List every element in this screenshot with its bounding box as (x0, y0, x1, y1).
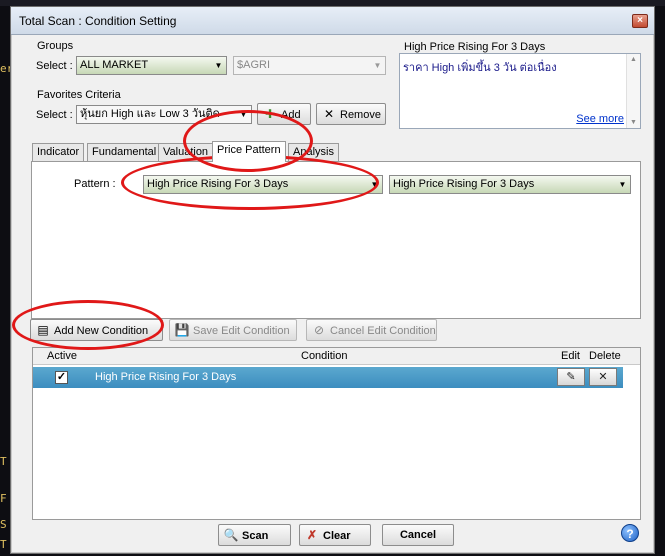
market-select-value: ALL MARKET (80, 59, 149, 71)
clear-button[interactable]: ✗ Clear (299, 524, 371, 546)
description-title: High Price Rising For 3 Days (404, 41, 546, 53)
description-box: ราคา High เพิ่มขึ้น 3 วัน ต่อเนื่อง See … (399, 53, 641, 129)
favorites-select[interactable]: หุ้นยก High และ Low 3 วันติด ▼ (76, 105, 252, 124)
favorites-select-label: Select : (36, 109, 73, 121)
tab-valuation[interactable]: Valuation (158, 143, 214, 161)
chevron-down-icon: ▼ (370, 180, 379, 189)
remove-favorite-label: Remove (340, 109, 381, 121)
see-more-link[interactable]: See more (576, 113, 624, 125)
chevron-down-icon: ▼ (239, 110, 248, 119)
sector-select[interactable]: $AGRI ▼ (233, 56, 386, 75)
column-condition: Condition (301, 350, 348, 362)
chevron-down-icon: ▼ (214, 61, 223, 70)
remove-favorite-button[interactable]: ✕ Remove (316, 103, 386, 125)
groups-label: Groups (37, 40, 74, 52)
scroll-up-icon[interactable]: ▲ (630, 56, 637, 63)
chevron-down-icon: ▼ (618, 180, 627, 189)
save-edit-condition-label: Save Edit Condition (193, 325, 290, 337)
search-icon: 🔍 (223, 528, 239, 542)
eraser-icon: ✗ (306, 528, 318, 542)
x-icon: ✕ (323, 107, 335, 121)
background-label: T (0, 538, 7, 551)
sector-select-value: $AGRI (237, 59, 271, 71)
favorites-select-value: หุ้นยก High และ Low 3 วันติด (80, 108, 220, 120)
background-label: S (0, 518, 7, 531)
plus-icon: ✚ (264, 107, 276, 121)
column-active: Active (47, 350, 77, 362)
column-delete: Delete (589, 350, 621, 362)
active-checkbox[interactable]: ✓ (55, 371, 68, 384)
title-bar: Total Scan : Condition Setting × (11, 7, 654, 35)
edit-row-button[interactable]: ✎ (557, 368, 585, 386)
help-icon[interactable]: ? (621, 524, 639, 542)
save-edit-condition-button[interactable]: 💾 Save Edit Condition (169, 319, 297, 341)
cancel-icon: ⊘ (313, 323, 325, 337)
pattern-label: Pattern : (74, 178, 116, 190)
condition-setting-dialog: Total Scan : Condition Setting × Groups … (10, 6, 655, 554)
tab-indicator[interactable]: Indicator (32, 143, 85, 161)
price-pattern-panel: Pattern : High Price Rising For 3 Days ▼… (31, 161, 641, 319)
cancel-button[interactable]: Cancel (382, 524, 454, 546)
delete-icon: ✕ (598, 371, 608, 383)
cancel-label: Cancel (399, 529, 437, 541)
pattern-select-secondary-value: High Price Rising For 3 Days (393, 178, 535, 190)
pencil-icon: ✎ (566, 371, 576, 383)
scan-button[interactable]: 🔍 Scan (218, 524, 291, 546)
clear-label: Clear (323, 530, 351, 542)
add-new-condition-button[interactable]: ▤ Add New Condition (30, 319, 163, 341)
description-scrollbar[interactable]: ▲ ▼ (626, 54, 640, 128)
tab-fundamental[interactable]: Fundamental (87, 143, 162, 161)
tab-analysis[interactable]: Analysis (288, 143, 339, 161)
document-icon: ▤ (37, 323, 49, 337)
cancel-edit-condition-label: Cancel Edit Condition (330, 325, 436, 337)
scan-label: Scan (242, 530, 269, 542)
description-text: ราคา High เพิ่มขึ้น 3 วัน ต่อเนื่อง (403, 62, 557, 74)
add-favorite-label: Add (281, 109, 301, 121)
table-row[interactable]: ✓ High Price Rising For 3 Days ✎ ✕ (33, 367, 623, 388)
delete-row-button[interactable]: ✕ (589, 368, 617, 386)
column-edit: Edit (561, 350, 580, 362)
cancel-edit-condition-button[interactable]: ⊘ Cancel Edit Condition (306, 319, 437, 341)
favorites-label: Favorites Criteria (37, 89, 121, 101)
pattern-select-primary[interactable]: High Price Rising For 3 Days ▼ (143, 175, 383, 194)
add-new-condition-label: Add New Condition (54, 325, 149, 337)
background-label: F (0, 492, 7, 505)
grid-header: Active Condition Edit Delete (33, 348, 640, 365)
add-favorite-button[interactable]: ✚ Add (257, 103, 311, 125)
pattern-select-secondary[interactable]: High Price Rising For 3 Days ▼ (389, 175, 631, 194)
save-icon: 💾 (174, 323, 190, 337)
pattern-select-primary-value: High Price Rising For 3 Days (147, 178, 289, 190)
condition-grid: Active Condition Edit Delete ✓ High Pric… (32, 347, 641, 520)
close-icon[interactable]: × (632, 14, 648, 28)
condition-cell: High Price Rising For 3 Days (95, 371, 237, 383)
groups-select-label: Select : (36, 60, 73, 72)
market-select[interactable]: ALL MARKET ▼ (76, 56, 227, 75)
scroll-down-icon[interactable]: ▼ (630, 119, 637, 126)
background-label: T (0, 455, 7, 468)
window-title: Total Scan : Condition Setting (19, 14, 177, 28)
tab-price-pattern[interactable]: Price Pattern (212, 141, 286, 162)
chevron-down-icon: ▼ (373, 61, 382, 70)
